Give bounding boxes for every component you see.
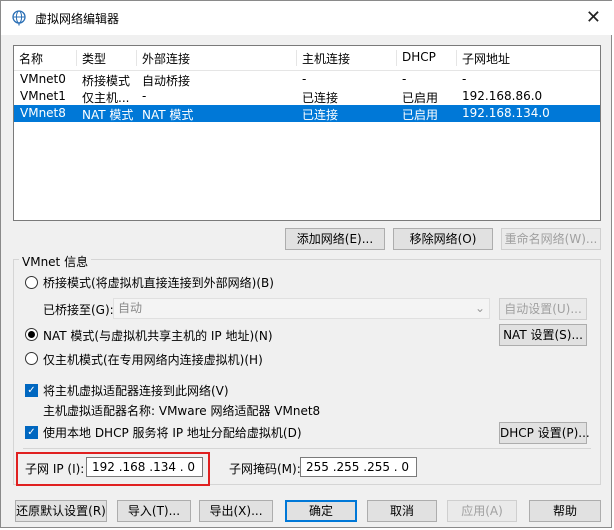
table-row[interactable]: VMnet0 桥接模式 自动桥接 - - -: [14, 71, 600, 88]
use-dhcp-label[interactable]: 使用本地 DHCP 服务将 IP 地址分配给虚拟机(D): [43, 424, 302, 441]
rename-network-button[interactable]: 重命名网络(W)...: [501, 228, 601, 250]
add-network-button[interactable]: 添加网络(E)...: [285, 228, 385, 250]
cell-external: NAT 模式: [142, 108, 194, 122]
network-globe-icon: [12, 10, 26, 26]
adapter-name-text: 主机虚拟适配器名称: VMware 网络适配器 VMnet8: [43, 404, 321, 418]
close-icon[interactable]: ✕: [586, 7, 601, 28]
connect-adapter-label[interactable]: 将主机虚拟适配器连接到此网络(V): [43, 382, 229, 399]
subnet-ip-label: 子网 IP (I):: [25, 462, 85, 476]
cell-dhcp: 已启用: [402, 91, 439, 105]
host-only-radio[interactable]: [25, 352, 38, 365]
window-title: 虚拟网络编辑器: [35, 12, 120, 26]
connect-adapter-checkbox[interactable]: ✓: [25, 384, 38, 397]
remove-network-button[interactable]: 移除网络(O): [393, 228, 493, 250]
host-only-label[interactable]: 仅主机模式(在专用网络内连接虚拟机)(H): [43, 351, 263, 368]
ok-button[interactable]: 确定: [285, 500, 357, 522]
nat-radio[interactable]: [25, 328, 38, 341]
cell-host: -: [302, 72, 307, 86]
bridged-radio[interactable]: [25, 276, 38, 289]
cell-name: VMnet1: [20, 89, 66, 103]
cell-subnet: 192.168.86.0: [462, 89, 543, 103]
virtual-network-editor-window: 虚拟网络编辑器 ✕ 名称 类型 外部连接 主机连接 DHCP 子网地址 VMne…: [0, 0, 613, 528]
vmnet-info-title: VMnet 信息: [19, 253, 92, 270]
restore-defaults-button[interactable]: 还原默认设置(R): [15, 500, 107, 522]
table-row[interactable]: VMnet1 仅主机... - 已连接 已启用 192.168.86.0: [14, 88, 600, 105]
bridged-to-select[interactable]: 自动 ⌄: [113, 298, 490, 319]
subnet-mask-label: 子网掩码(M):: [229, 462, 301, 476]
export-button[interactable]: 导出(X)...: [199, 500, 273, 522]
bridged-to-label: 已桥接至(G):: [43, 303, 114, 317]
subnet-mask-input[interactable]: 255 .255 .255 . 0: [300, 457, 417, 477]
cell-name: VMnet0: [20, 72, 66, 86]
divider: [23, 448, 591, 449]
cell-type: 桥接模式: [82, 74, 131, 88]
title-bar: 虚拟网络编辑器 ✕: [1, 1, 613, 35]
column-header-name[interactable]: 名称: [14, 50, 76, 66]
chevron-down-icon: ⌄: [474, 301, 485, 315]
column-header-external[interactable]: 外部连接: [136, 50, 296, 66]
use-dhcp-checkbox[interactable]: ✓: [25, 426, 38, 439]
cell-dhcp: -: [402, 72, 407, 86]
apply-button[interactable]: 应用(A): [447, 500, 517, 522]
cell-name: VMnet8: [20, 106, 66, 120]
cell-subnet: 192.168.134.0: [462, 106, 550, 120]
network-list-header: 名称 类型 外部连接 主机连接 DHCP 子网地址: [14, 46, 600, 71]
cell-dhcp: 已启用: [402, 108, 439, 122]
subnet-ip-input[interactable]: 192 .168 .134 . 0: [86, 457, 203, 477]
column-header-type[interactable]: 类型: [76, 50, 136, 66]
column-header-subnet[interactable]: 子网地址: [456, 50, 600, 66]
nat-settings-button[interactable]: NAT 设置(S)...: [499, 324, 587, 346]
cell-host: 已连接: [302, 91, 339, 105]
help-button[interactable]: 帮助: [529, 500, 601, 522]
cell-type: NAT 模式: [82, 108, 134, 122]
column-header-host[interactable]: 主机连接: [296, 50, 396, 66]
cell-external: -: [142, 89, 147, 103]
import-button[interactable]: 导入(T)...: [117, 500, 191, 522]
nat-label[interactable]: NAT 模式(与虚拟机共享主机的 IP 地址)(N): [43, 327, 273, 344]
cell-external: 自动桥接: [142, 74, 191, 88]
cell-type: 仅主机...: [82, 91, 130, 105]
column-header-dhcp[interactable]: DHCP: [396, 50, 456, 66]
network-list[interactable]: 名称 类型 外部连接 主机连接 DHCP 子网地址 VMnet0 桥接模式 自动…: [13, 45, 601, 221]
cell-host: 已连接: [302, 108, 339, 122]
cancel-button[interactable]: 取消: [367, 500, 437, 522]
dhcp-settings-button[interactable]: DHCP 设置(P)...: [499, 422, 590, 444]
table-row-selected[interactable]: VMnet8 NAT 模式 NAT 模式 已连接 已启用 192.168.134…: [14, 105, 600, 122]
auto-settings-button[interactable]: 自动设置(U)...: [499, 298, 587, 320]
cell-subnet: -: [462, 72, 467, 86]
bridged-to-value: 自动: [118, 301, 143, 315]
bridged-label[interactable]: 桥接模式(将虚拟机直接连接到外部网络)(B): [43, 274, 274, 291]
